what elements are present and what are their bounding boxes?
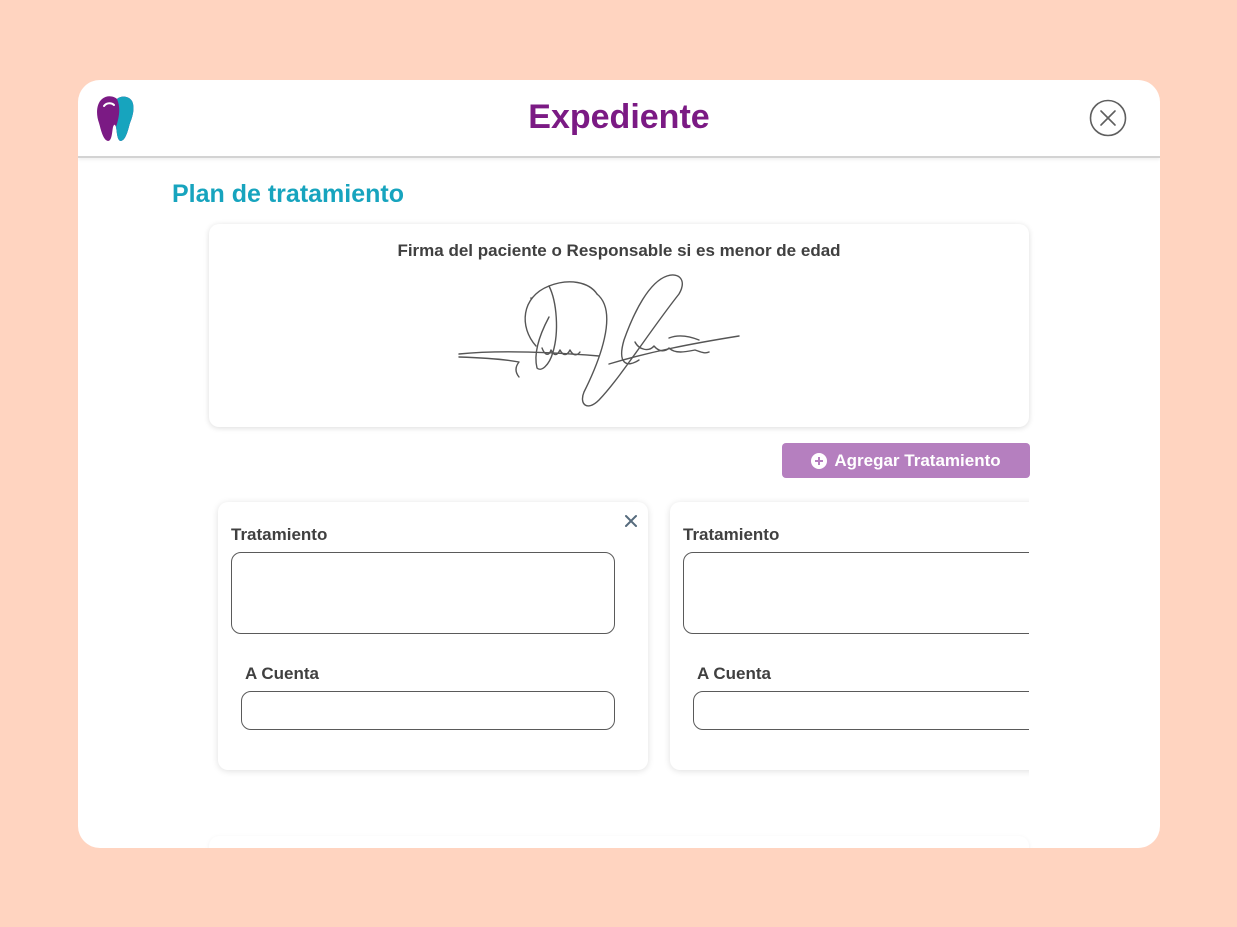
plus-circle-icon	[811, 452, 828, 469]
signature-label: Firma del paciente o Responsable si es m…	[397, 241, 841, 260]
treatment-input[interactable]	[683, 552, 1029, 634]
treatment-cards-carousel[interactable]: Tratamiento A Cuenta Tratamiento A Cuent…	[209, 494, 1029, 784]
treatment-input[interactable]	[231, 552, 615, 634]
modal-title: Expediente	[528, 98, 710, 136]
modal-header: Expediente	[78, 80, 1160, 158]
account-label: A Cuenta	[697, 664, 771, 683]
account-input[interactable]	[241, 691, 615, 730]
close-modal-button[interactable]	[1089, 99, 1127, 137]
account-label: A Cuenta	[245, 664, 319, 683]
remove-treatment-close-icon[interactable]	[624, 514, 638, 528]
next-card-edge	[209, 836, 1029, 848]
expediente-modal: Expediente Plan de tratamiento Firma del…	[78, 80, 1160, 848]
treatment-label: Tratamiento	[231, 525, 328, 544]
treatment-card: Tratamiento A Cuenta	[670, 502, 1029, 770]
section-title: Plan de tratamiento	[172, 180, 404, 208]
patient-signature	[458, 274, 740, 407]
treatment-card: Tratamiento A Cuenta	[218, 502, 648, 770]
treatment-label: Tratamiento	[683, 525, 780, 544]
add-treatment-button[interactable]: Agregar Tratamiento	[782, 443, 1030, 478]
add-treatment-label: Agregar Tratamiento	[834, 450, 1001, 470]
account-input[interactable]	[693, 691, 1029, 730]
signature-card: Firma del paciente o Responsable si es m…	[209, 224, 1029, 427]
